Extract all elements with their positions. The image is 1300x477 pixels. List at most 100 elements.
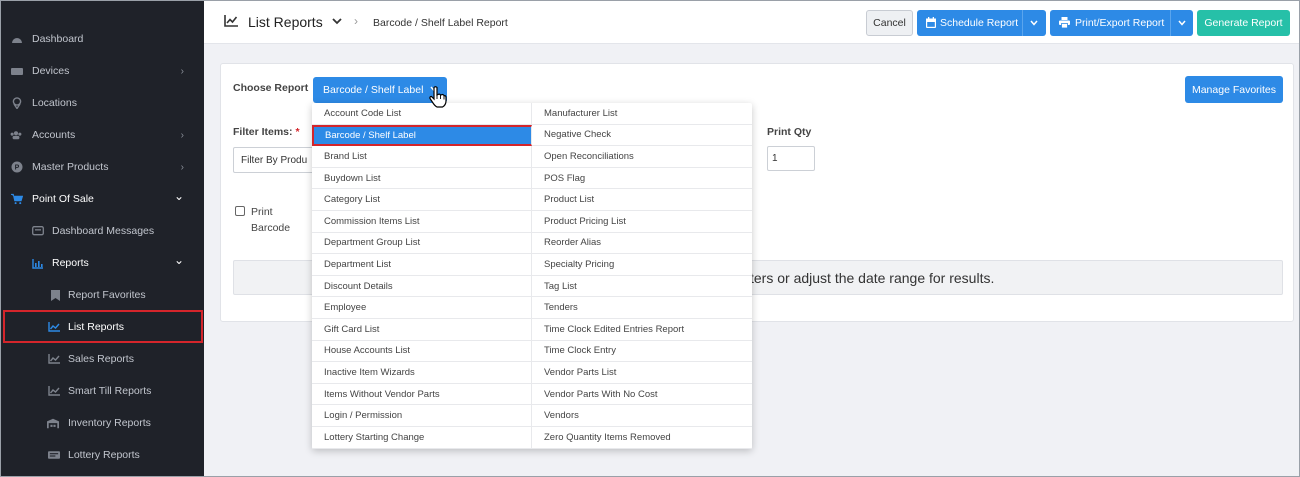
report-option[interactable]: Time Clock Edited Entries Report	[532, 319, 752, 341]
sidebar-item-label: Locations	[32, 97, 77, 109]
report-option[interactable]: Login / Permission	[312, 405, 532, 427]
print-export-label: Print/Export Report	[1075, 17, 1165, 29]
title-dropdown-chevron-icon[interactable]	[331, 15, 343, 30]
print-barcode-checkbox[interactable]	[235, 206, 245, 216]
sidebar-item-label: Point Of Sale	[32, 193, 94, 205]
lottery-icon	[48, 449, 60, 461]
filter-items-text: Filter Items:	[233, 126, 293, 138]
line-chart-icon	[48, 353, 60, 365]
sidebar-item-dashboard[interactable]: Dashboard	[0, 23, 204, 55]
report-option[interactable]: Items Without Vendor Parts	[312, 383, 532, 406]
sidebar-item-locations[interactable]: Locations	[0, 87, 204, 119]
report-option[interactable]: Manufacturer List	[532, 103, 752, 125]
page-header: List Reports › Barcode / Shelf Label Rep…	[204, 0, 1299, 44]
sidebar-item-point-of-sale[interactable]: Point Of Sale ⌄	[0, 183, 204, 215]
print-export-report-button[interactable]: Print/Export Report	[1050, 10, 1193, 36]
sidebar-item-label: Devices	[32, 65, 70, 77]
chevron-right-icon: ›	[180, 161, 184, 173]
report-option[interactable]: Buydown List	[312, 167, 532, 190]
report-option[interactable]: Account Code List	[312, 103, 532, 125]
report-option[interactable]: Lottery Starting Change	[312, 426, 532, 449]
report-option[interactable]: POS Flag	[532, 168, 752, 190]
report-option[interactable]: Tag List	[532, 276, 752, 298]
sidebar-item-inventory-reports[interactable]: Inventory Reports	[0, 407, 204, 439]
report-list-column-1: Account Code List Barcode / Shelf Label Br…	[312, 103, 532, 449]
report-option[interactable]: Vendor Parts With No Cost	[532, 384, 752, 406]
sidebar-item-dashboard-messages[interactable]: Dashboard Messages	[0, 215, 204, 247]
cart-icon	[11, 193, 23, 205]
report-option[interactable]: Category List	[312, 189, 532, 211]
product-p-icon: P	[11, 161, 23, 173]
line-chart-icon	[224, 15, 238, 30]
report-option[interactable]: Employee	[312, 297, 532, 319]
users-icon	[10, 129, 22, 141]
message-icon	[32, 225, 44, 237]
chart-icon	[32, 257, 44, 269]
generate-report-label: Generate Report	[1204, 17, 1283, 29]
report-option[interactable]: House Accounts List	[312, 340, 532, 363]
print-barcode-label-line2: Barcode	[251, 222, 291, 234]
choose-report-label: Choose Report	[233, 82, 309, 94]
sidebar-item-label: Lottery Reports	[68, 449, 140, 461]
chevron-right-icon: ›	[180, 129, 184, 141]
report-option[interactable]: Tenders	[532, 297, 752, 319]
sidebar-item-report-favorites[interactable]: Report Favorites	[0, 279, 204, 311]
line-chart-icon	[48, 385, 60, 397]
sidebar-item-smart-till-reports[interactable]: Smart Till Reports	[0, 375, 204, 407]
report-option[interactable]: Barcode / Shelf Label	[312, 124, 532, 147]
manage-favorites-label: Manage Favorites	[1191, 83, 1277, 96]
dashboard-icon	[11, 33, 23, 45]
report-option[interactable]: Reorder Alias	[532, 233, 752, 255]
report-option[interactable]: Negative Check	[532, 125, 752, 147]
chevron-down-icon[interactable]	[1029, 18, 1039, 31]
report-option[interactable]: Product Pricing List	[532, 211, 752, 233]
report-option[interactable]: Brand List	[312, 146, 532, 168]
filter-by-select[interactable]: Filter By Produ	[233, 147, 323, 173]
report-option[interactable]: Vendor Parts List	[532, 362, 752, 384]
sidebar-item-label: Reports	[52, 257, 89, 269]
report-option[interactable]: Commission Items List	[312, 210, 532, 233]
breadcrumb-separator: ›	[354, 14, 358, 28]
chevron-down-icon[interactable]	[1177, 18, 1187, 31]
sidebar-item-accounts[interactable]: Accounts ›	[0, 119, 204, 151]
report-option[interactable]: Open Reconciliations	[532, 146, 752, 168]
report-option[interactable]: Department Group List	[312, 232, 532, 255]
sidebar-item-label: Smart Till Reports	[68, 385, 152, 397]
manage-favorites-button[interactable]: Manage Favorites	[1185, 76, 1283, 103]
page-title: List Reports	[248, 14, 323, 30]
report-option[interactable]: Vendors	[532, 405, 752, 427]
report-option[interactable]: Gift Card List	[312, 318, 532, 341]
sidebar-item-reports[interactable]: Reports ⌄	[0, 247, 204, 279]
print-qty-value: 1	[772, 153, 778, 164]
sidebar: Dashboard Devices › Locations Accounts ›…	[0, 0, 204, 477]
schedule-report-button[interactable]: Schedule Report	[917, 10, 1046, 36]
filter-by-text: Filter By Produ	[241, 155, 308, 166]
sidebar-item-label: Report Favorites	[68, 289, 146, 301]
report-option[interactable]: Department List	[312, 254, 532, 276]
choose-report-dropdown[interactable]: Barcode / Shelf Label	[313, 77, 447, 103]
sidebar-item-lottery-reports[interactable]: Lottery Reports	[0, 439, 204, 471]
print-qty-label: Print Qty	[767, 126, 812, 138]
breadcrumb: Barcode / Shelf Label Report	[373, 17, 508, 29]
sidebar-item-devices[interactable]: Devices ›	[0, 55, 204, 87]
cancel-button-label: Cancel	[873, 17, 906, 29]
report-option[interactable]: Specialty Pricing	[532, 254, 752, 276]
sidebar-item-sales-reports[interactable]: Sales Reports	[0, 343, 204, 375]
cancel-button[interactable]: Cancel	[866, 10, 913, 36]
print-qty-input[interactable]: 1	[767, 146, 815, 171]
report-option[interactable]: Zero Quantity Items Removed	[532, 427, 752, 449]
report-dropdown-menu: Account Code List Barcode / Shelf Label Br…	[312, 103, 752, 449]
report-option[interactable]: Product List	[532, 189, 752, 211]
chevron-right-icon: ›	[180, 65, 184, 77]
report-option[interactable]: Time Clock Entry	[532, 341, 752, 363]
sidebar-item-label: Inventory Reports	[68, 417, 151, 429]
svg-text:P: P	[15, 165, 20, 172]
warehouse-icon	[47, 417, 59, 429]
sidebar-item-label: Master Products	[32, 161, 109, 173]
generate-report-button[interactable]: Generate Report	[1197, 10, 1290, 36]
print-barcode-label: Print	[251, 206, 273, 218]
sidebar-item-master-products[interactable]: P Master Products ›	[0, 151, 204, 183]
printer-icon	[1059, 17, 1070, 31]
report-option[interactable]: Inactive Item Wizards	[312, 362, 532, 384]
report-option[interactable]: Discount Details	[312, 275, 532, 298]
